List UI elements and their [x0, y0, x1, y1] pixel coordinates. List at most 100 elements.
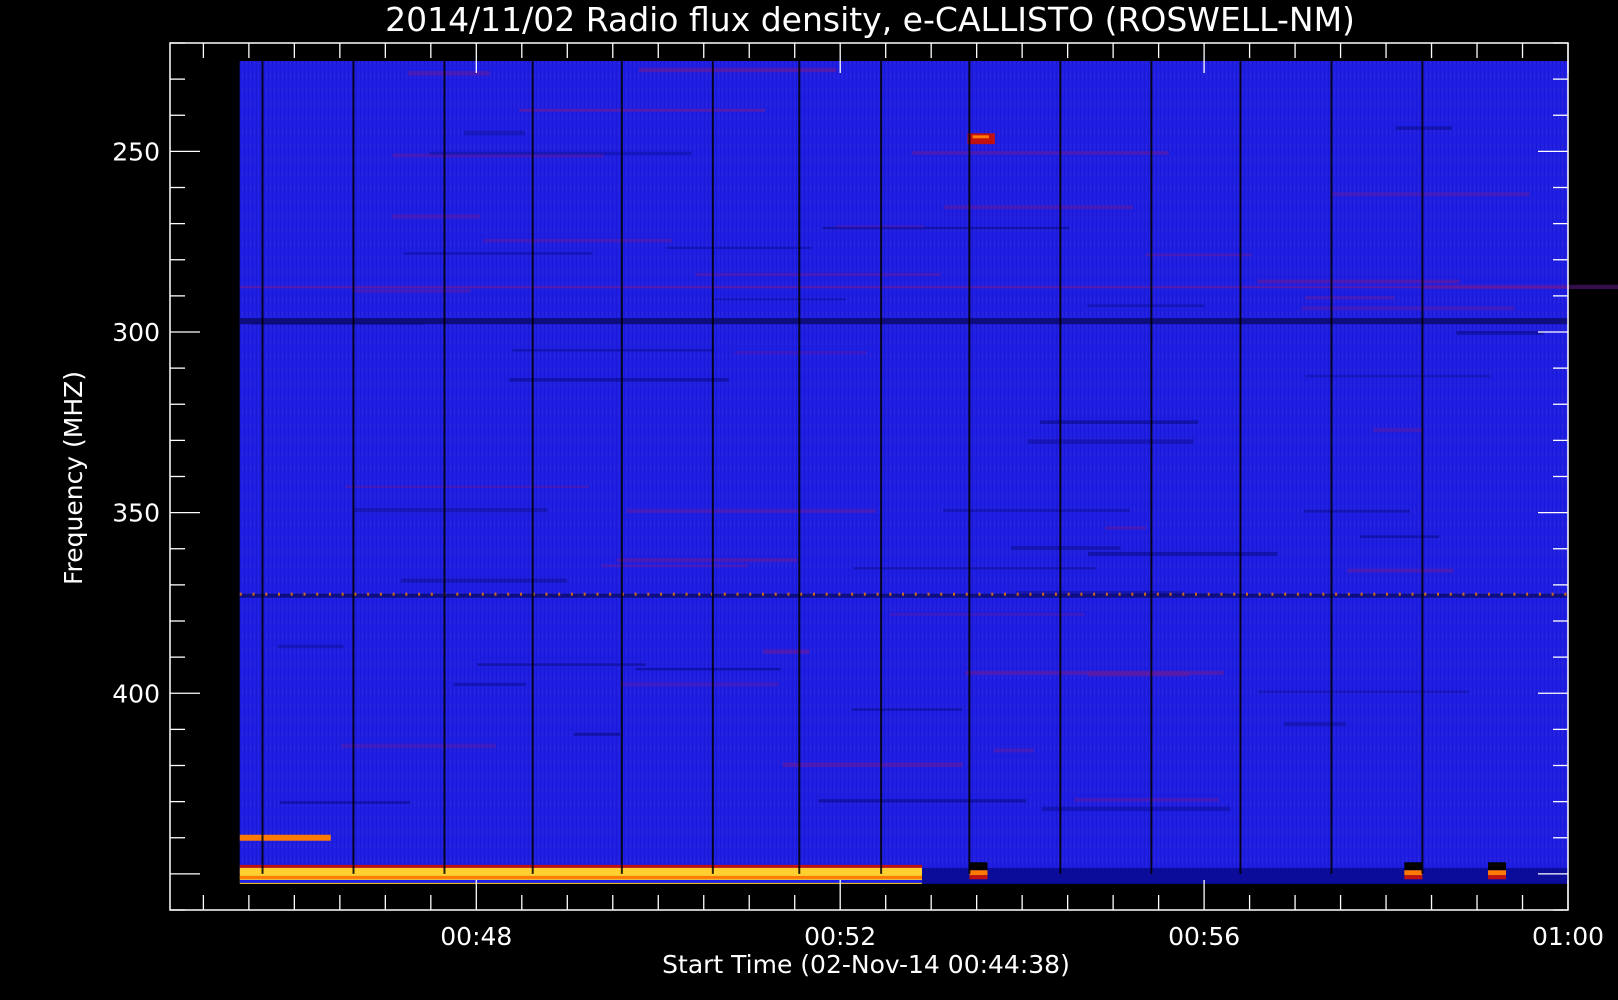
band-mixed-dot	[1220, 592, 1223, 596]
band-mixed-dot	[570, 592, 573, 596]
band-mixed-dot	[341, 592, 344, 596]
noise-streak	[1258, 690, 1469, 693]
noise-streak	[1105, 526, 1147, 530]
band-mixed-dot	[1526, 592, 1529, 596]
band-mixed-dot	[367, 592, 370, 596]
noise-streak	[1360, 535, 1440, 539]
band-mixed-dot	[265, 592, 268, 596]
noise-streak	[782, 762, 963, 768]
band-mixed-dot	[545, 592, 548, 596]
band-mixed-dot	[469, 592, 472, 596]
gap-line	[968, 61, 971, 874]
band-mixed-dot	[1284, 592, 1287, 596]
blip	[969, 862, 988, 871]
band-low	[239, 318, 1568, 325]
band-mixed-dot	[494, 592, 497, 596]
band-mixed-dot	[761, 592, 764, 596]
band-mixed-dot	[774, 592, 777, 596]
noise-streak	[512, 349, 714, 352]
noise-streak	[483, 239, 673, 243]
noise-streak	[638, 67, 837, 73]
spectrogram-noise	[239, 61, 1568, 874]
band-mixed-dot	[787, 592, 790, 596]
gap-line	[352, 61, 355, 874]
noise-streak	[1304, 296, 1395, 300]
gap-line	[798, 61, 801, 874]
band-mixed-dot	[1322, 592, 1325, 596]
noise-streak	[626, 509, 876, 513]
blip	[1404, 862, 1423, 871]
band-mixed-dot	[1424, 592, 1427, 596]
blip	[969, 875, 988, 880]
noise-streak	[1027, 439, 1194, 444]
noise-streak	[573, 732, 621, 736]
noise-streak	[279, 801, 411, 804]
band-mixed-dot	[672, 592, 675, 596]
gap-line	[531, 61, 534, 874]
band-mixed-dot	[749, 592, 752, 596]
gap-line	[1330, 61, 1333, 874]
noise-streak	[1332, 192, 1530, 197]
band-high-edge	[239, 864, 923, 868]
band-mixed-dot	[1436, 592, 1439, 596]
noise-streak	[620, 682, 779, 687]
band-mixed-dot	[1411, 592, 1414, 596]
band-mixed-dot	[609, 592, 612, 596]
band-mixed-dot	[851, 592, 854, 596]
band-mixed-dot	[1347, 592, 1350, 596]
noise-streak	[407, 71, 490, 76]
band-mixed-dot	[1564, 592, 1567, 596]
noise-streak	[943, 509, 1130, 512]
band-mixed-dot	[1144, 592, 1147, 596]
noise-streak	[1305, 374, 1491, 378]
noise-streak	[519, 108, 766, 112]
band-mixed-dot	[800, 592, 803, 596]
noise-streak	[763, 649, 810, 654]
band-mixed-dot	[430, 592, 433, 596]
band-mixed-dot	[558, 592, 561, 596]
band-mixed-dot	[634, 592, 637, 596]
band-mixed-dot	[1462, 592, 1465, 596]
gap-line	[1421, 61, 1424, 874]
band-mixed-dot	[1271, 592, 1274, 596]
blip	[1488, 870, 1507, 876]
x-axis-label: Start Time (02-Nov-14 00:44:38)	[662, 950, 1070, 979]
band-mixed-dot	[1551, 592, 1554, 596]
band-mixed-dot	[1296, 592, 1299, 596]
noise-streak	[965, 670, 1224, 675]
band-mixed-dot	[1016, 592, 1019, 596]
band-high-stripe	[239, 879, 923, 883]
noise-streak	[911, 151, 1169, 155]
band-mixed-dot	[1360, 592, 1363, 596]
band-mixed-dot	[596, 592, 599, 596]
band-mixed-dot	[239, 592, 242, 596]
band-mixed-dot	[1029, 592, 1032, 596]
band-mixed-dot	[838, 592, 841, 596]
gap-line	[620, 61, 623, 874]
band-mixed-dot	[736, 592, 739, 596]
gap-line	[1239, 61, 1242, 874]
band-mixed-dot	[1309, 592, 1312, 596]
band-mixed-dot	[927, 592, 930, 596]
gap-line	[443, 61, 446, 874]
band-mixed-dot	[685, 592, 688, 596]
band-mixed-dot	[825, 592, 828, 596]
noise-streak	[352, 289, 471, 293]
band-mixed-dot	[1131, 592, 1134, 596]
band-mixed-dot	[1335, 592, 1338, 596]
band-high-stripe	[239, 875, 923, 879]
band-mixed-dot	[328, 592, 331, 596]
band-mixed-dot	[290, 592, 293, 596]
noise-streak	[1456, 331, 1545, 335]
noise-streak	[943, 205, 1134, 210]
spectrogram-chart: 2014/11/02 Radio flux density, e-CALLIST…	[0, 0, 1618, 1000]
band-mixed-dot	[1386, 592, 1389, 596]
blip	[969, 870, 988, 876]
y-tick-label: 250	[112, 137, 160, 166]
band-mixed-dot	[277, 592, 280, 596]
band-mixed-dot	[1195, 592, 1198, 596]
noise-streak	[1301, 306, 1515, 311]
noise-streak	[1347, 568, 1454, 573]
band-mixed-dot	[647, 592, 650, 596]
noise-streak	[353, 508, 548, 513]
